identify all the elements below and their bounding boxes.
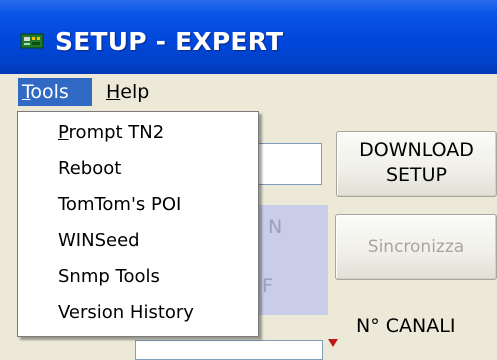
menu-item-tomtom-poi[interactable]: TomTom's POI bbox=[58, 190, 181, 220]
menu-item-reboot[interactable]: Reboot bbox=[58, 154, 121, 184]
window-title: SETUP - EXPERT bbox=[55, 27, 284, 56]
sincronizza-label: Sincronizza bbox=[367, 237, 465, 257]
menu-help-label: elp bbox=[120, 81, 150, 103]
menu-tools[interactable]: Tools bbox=[18, 78, 92, 106]
menu-item-winseed[interactable]: WINSeed bbox=[58, 226, 140, 256]
channels-label: N° CANALI bbox=[356, 315, 456, 337]
menu-help-mnemonic: H bbox=[106, 81, 121, 103]
prompt-tn2-label: rompt TN2 bbox=[68, 122, 165, 143]
panel-label-lower: F bbox=[262, 275, 273, 297]
menu-item-version-history[interactable]: Version History bbox=[58, 298, 194, 328]
menu-bar: Tools Help bbox=[0, 74, 497, 112]
menu-item-prompt-tn2[interactable]: Prompt TN2 bbox=[58, 118, 164, 148]
panel-label-upper: N bbox=[268, 216, 283, 238]
download-setup-button[interactable]: DOWNLOAD SETUP bbox=[336, 131, 497, 197]
channels-combo[interactable] bbox=[135, 340, 323, 360]
title-bar[interactable]: SETUP - EXPERT bbox=[0, 0, 497, 74]
menu-help[interactable]: Help bbox=[102, 78, 156, 106]
menu-item-snmp-tools[interactable]: Snmp Tools bbox=[58, 262, 160, 292]
combo-arrow-icon[interactable] bbox=[328, 339, 338, 347]
prompt-tn2-mnemonic: P bbox=[58, 122, 69, 143]
download-setup-line1: DOWNLOAD bbox=[359, 139, 474, 161]
tools-dropdown-menu: Prompt TN2 Reboot TomTom's POI WINSeed S… bbox=[17, 111, 259, 337]
download-setup-line2: SETUP bbox=[385, 164, 448, 186]
app-board-icon bbox=[20, 33, 44, 49]
menu-tools-label: ools bbox=[30, 81, 69, 103]
sincronizza-button[interactable]: Sincronizza bbox=[335, 214, 497, 280]
